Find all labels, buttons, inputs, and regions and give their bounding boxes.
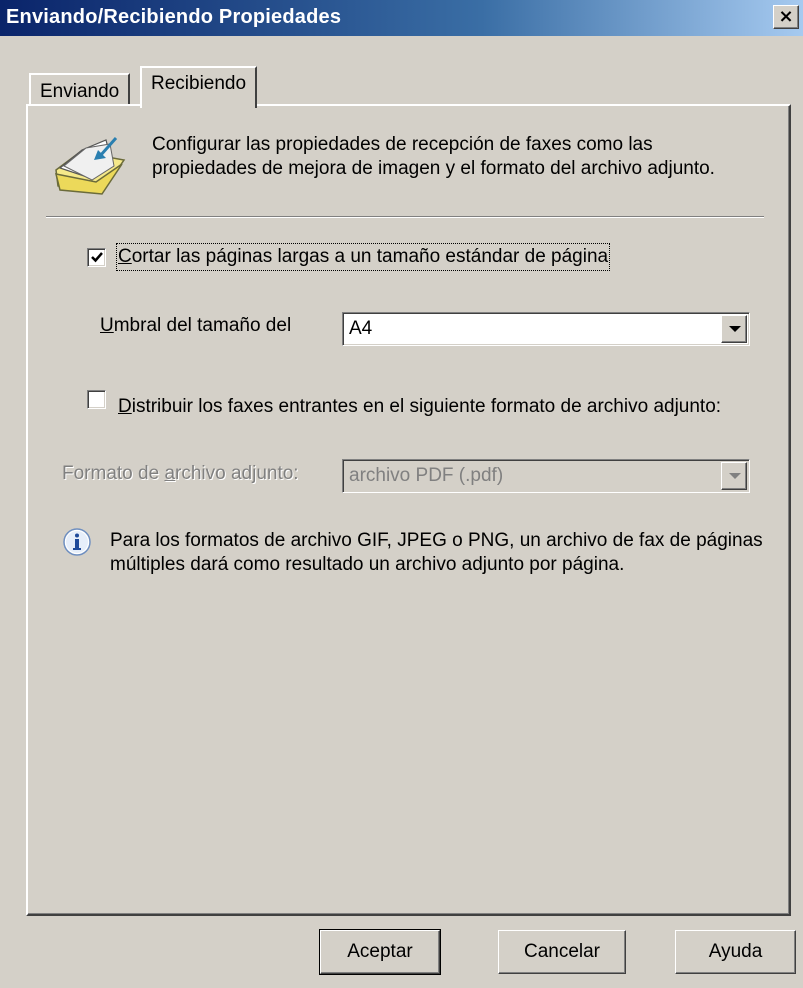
info-icon xyxy=(63,528,91,556)
tab-enviando-label: Enviando xyxy=(40,81,120,102)
help-button-label: Ayuda xyxy=(708,941,763,962)
threshold-select[interactable]: A4 xyxy=(342,312,750,346)
threshold-accel: U xyxy=(100,315,114,336)
threshold-label: Umbral del tamaño del xyxy=(100,315,291,337)
crop-pages-checkbox[interactable] xyxy=(87,248,106,267)
ok-button-label: Aceptar xyxy=(347,941,413,962)
properties-dialog: Enviando/Recibiendo Propiedades × Envian… xyxy=(0,0,803,988)
title-bar[interactable]: Enviando/Recibiendo Propiedades × xyxy=(0,0,803,36)
description-text: Configurar las propiedades de recepción … xyxy=(152,134,715,179)
close-icon: × xyxy=(778,6,794,27)
tab-recibiendo-label: Recibiendo xyxy=(151,73,247,94)
ok-button[interactable]: Aceptar xyxy=(319,929,441,975)
tab-panel xyxy=(26,104,791,916)
window-title: Enviando/Recibiendo Propiedades xyxy=(6,6,342,28)
cancel-button[interactable]: Cancelar xyxy=(498,930,626,974)
help-button[interactable]: Ayuda xyxy=(675,930,796,974)
checkmark-icon xyxy=(91,252,103,263)
crop-pages-accel: C xyxy=(118,246,132,267)
close-button[interactable]: × xyxy=(773,5,799,29)
distribute-text: istribuir los faxes entrantes en el sigu… xyxy=(131,396,722,417)
attachment-format-dropdown-button[interactable] xyxy=(721,462,747,490)
distribute-checkbox[interactable] xyxy=(87,390,106,409)
fax-folder-icon xyxy=(54,137,126,195)
distribute-label[interactable]: Distribuir los faxes entrantes en el sig… xyxy=(118,395,738,419)
info-text: Para los formatos de archivo GIF, JPEG o… xyxy=(110,530,763,575)
attachment-format-select[interactable]: archivo PDF (.pdf) xyxy=(342,459,750,493)
attachment-format-post: rchivo adjunto: xyxy=(175,463,299,484)
attachment-format-label: Formato de archivo adjunto: xyxy=(62,463,299,485)
attachment-format-accel: a xyxy=(164,463,176,484)
attachment-format-pre: Formato de xyxy=(62,463,165,484)
threshold-text: mbral del tamaño del xyxy=(113,315,292,336)
threshold-value: A4 xyxy=(349,318,373,339)
chevron-down-icon xyxy=(729,473,741,479)
distribute-accel: D xyxy=(118,396,132,417)
crop-pages-text: ortar las páginas largas a un tamaño est… xyxy=(131,246,609,267)
separator xyxy=(46,216,764,218)
crop-pages-label[interactable]: Cortar las páginas largas a un tamaño es… xyxy=(115,243,611,271)
cancel-button-label: Cancelar xyxy=(523,941,601,962)
tab-enviando[interactable]: Enviando xyxy=(29,73,131,106)
threshold-dropdown-button[interactable] xyxy=(721,315,747,343)
tab-recibiendo[interactable]: Recibiendo xyxy=(140,66,258,108)
attachment-format-value: archivo PDF (.pdf) xyxy=(349,465,504,486)
chevron-down-icon xyxy=(729,326,741,332)
